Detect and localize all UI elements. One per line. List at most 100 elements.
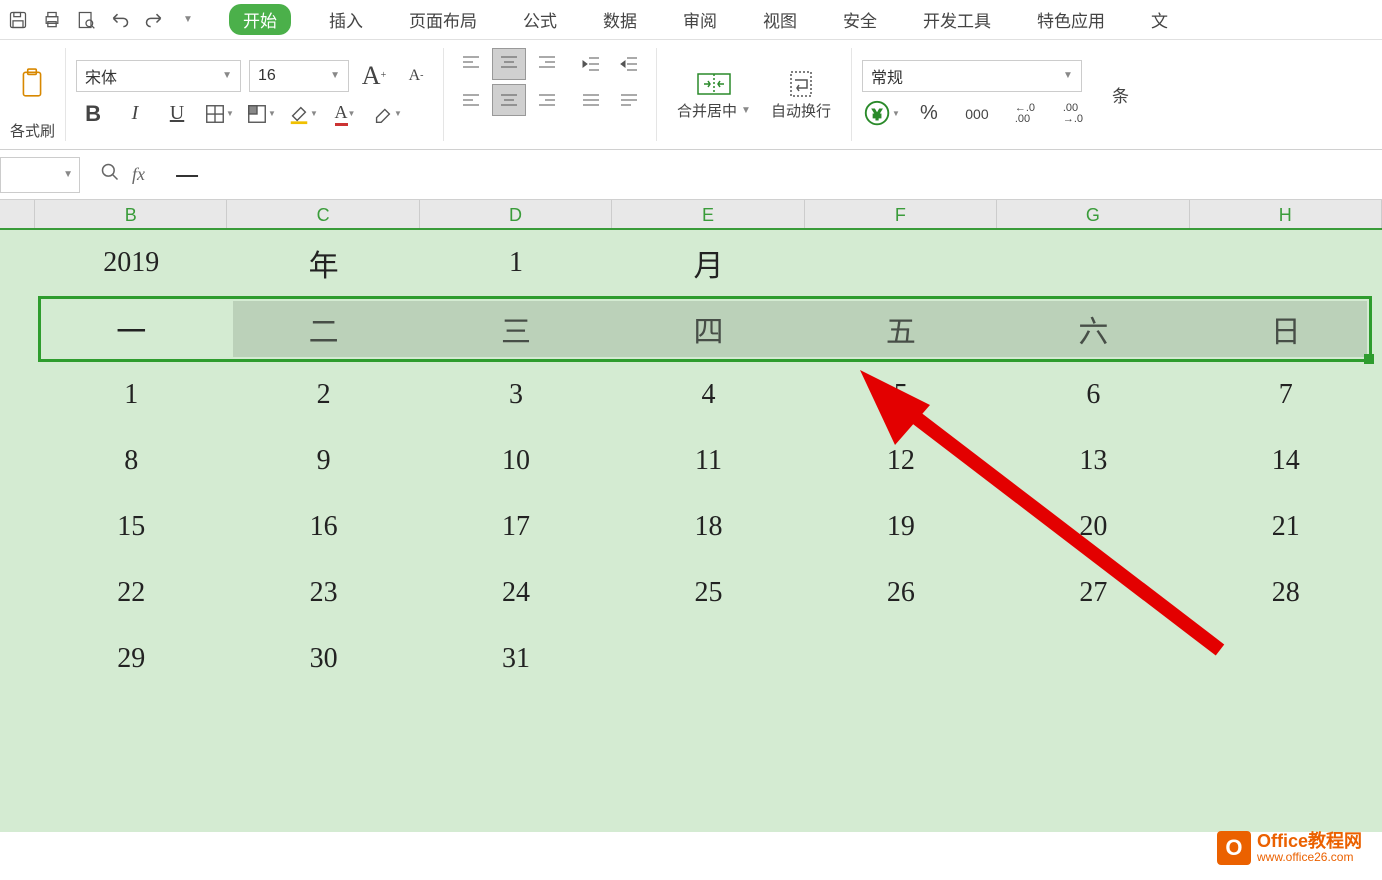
- distribute[interactable]: [612, 84, 646, 116]
- col-g[interactable]: G: [997, 200, 1189, 228]
- cell[interactable]: 月: [612, 230, 804, 296]
- tab-review[interactable]: 审阅: [675, 2, 725, 37]
- justify[interactable]: [574, 84, 608, 116]
- align-top-left[interactable]: [454, 48, 488, 80]
- cell[interactable]: 7: [1190, 362, 1382, 428]
- cell[interactable]: 27: [997, 560, 1189, 626]
- decrease-decimal[interactable]: ←.0.00: [1006, 98, 1044, 130]
- cell[interactable]: 21: [1190, 494, 1382, 560]
- save-icon[interactable]: [5, 7, 31, 33]
- undo-icon[interactable]: [107, 7, 133, 33]
- cell[interactable]: 16: [227, 494, 419, 560]
- fx-icon[interactable]: fx: [132, 164, 145, 185]
- align-left[interactable]: [454, 84, 488, 116]
- name-box[interactable]: ▼: [0, 157, 80, 193]
- cell[interactable]: 20: [997, 494, 1189, 560]
- font-size-select[interactable]: 16 ▼: [249, 60, 349, 92]
- zoom-icon[interactable]: [100, 162, 120, 187]
- auto-wrap-button[interactable]: 自动换行: [761, 48, 841, 141]
- cell[interactable]: 六: [997, 296, 1189, 362]
- indent-decrease[interactable]: [574, 48, 608, 80]
- cell[interactable]: 24: [420, 560, 612, 626]
- indent-increase[interactable]: [612, 48, 646, 80]
- cell[interactable]: 18: [612, 494, 804, 560]
- cell[interactable]: [1190, 626, 1382, 692]
- redo-icon[interactable]: [141, 7, 167, 33]
- tab-data[interactable]: 数据: [595, 2, 645, 37]
- tab-view[interactable]: 视图: [755, 2, 805, 37]
- cell[interactable]: 5: [805, 362, 997, 428]
- align-top-right[interactable]: [530, 48, 564, 80]
- cell[interactable]: 10: [420, 428, 612, 494]
- cell[interactable]: [997, 626, 1189, 692]
- cell[interactable]: 8: [35, 428, 227, 494]
- col-d[interactable]: D: [420, 200, 612, 228]
- cond-format-label[interactable]: 条: [1102, 82, 1139, 107]
- percent-button[interactable]: %: [910, 98, 948, 130]
- align-center[interactable]: [492, 84, 526, 116]
- increase-font-icon[interactable]: A+: [357, 60, 391, 92]
- fill-color-button[interactable]: ▼: [286, 98, 320, 130]
- align-top-center[interactable]: [492, 48, 526, 80]
- spreadsheet-grid[interactable]: 2019 年 1 月 一 二 三 四 五 六 日 1 2 3 4 5 6 7 8…: [0, 230, 1382, 832]
- cell[interactable]: 17: [420, 494, 612, 560]
- select-all-corner[interactable]: [0, 200, 35, 228]
- cell[interactable]: 26: [805, 560, 997, 626]
- cell[interactable]: 3: [420, 362, 612, 428]
- bold-button[interactable]: B: [76, 98, 110, 130]
- cell[interactable]: 9: [227, 428, 419, 494]
- col-e[interactable]: E: [612, 200, 804, 228]
- cell[interactable]: 23: [227, 560, 419, 626]
- underline-button[interactable]: U: [160, 98, 194, 130]
- tab-insert[interactable]: 插入: [321, 2, 371, 37]
- tab-page-layout[interactable]: 页面布局: [401, 2, 485, 37]
- cell[interactable]: 28: [1190, 560, 1382, 626]
- tab-featured[interactable]: 特色应用: [1029, 2, 1113, 37]
- cell[interactable]: 19: [805, 494, 997, 560]
- cell[interactable]: [612, 626, 804, 692]
- cell[interactable]: 15: [35, 494, 227, 560]
- currency-button[interactable]: ¥▼: [862, 98, 900, 130]
- cell[interactable]: 13: [997, 428, 1189, 494]
- cell[interactable]: 31: [420, 626, 612, 692]
- cell[interactable]: 30: [227, 626, 419, 692]
- tab-start[interactable]: 开始: [229, 4, 291, 35]
- cell[interactable]: 五: [805, 296, 997, 362]
- col-c[interactable]: C: [227, 200, 419, 228]
- cell[interactable]: [805, 230, 997, 296]
- border-button[interactable]: ▼: [202, 98, 236, 130]
- dropdown-icon[interactable]: ▼: [175, 7, 201, 33]
- cell[interactable]: 29: [35, 626, 227, 692]
- cell[interactable]: 1: [420, 230, 612, 296]
- cell[interactable]: 14: [1190, 428, 1382, 494]
- cell[interactable]: 四: [612, 296, 804, 362]
- cell[interactable]: [1190, 230, 1382, 296]
- tab-more[interactable]: 文: [1143, 2, 1176, 37]
- cell[interactable]: 6: [997, 362, 1189, 428]
- font-color-button[interactable]: A▼: [328, 98, 362, 130]
- align-right[interactable]: [530, 84, 564, 116]
- cell[interactable]: 11: [612, 428, 804, 494]
- col-b[interactable]: B: [35, 200, 227, 228]
- col-f[interactable]: F: [805, 200, 997, 228]
- print-icon[interactable]: [39, 7, 65, 33]
- tab-formula[interactable]: 公式: [515, 2, 565, 37]
- paste-button[interactable]: [10, 48, 54, 118]
- cell-style-button[interactable]: ▼: [244, 98, 278, 130]
- cell[interactable]: [997, 230, 1189, 296]
- cell[interactable]: 12: [805, 428, 997, 494]
- cell[interactable]: 三: [420, 296, 612, 362]
- cell[interactable]: 2019: [35, 230, 227, 296]
- number-format-select[interactable]: 常规 ▼: [862, 60, 1082, 92]
- preview-icon[interactable]: [73, 7, 99, 33]
- cell[interactable]: 二: [227, 296, 419, 362]
- cell[interactable]: 一: [35, 296, 227, 362]
- cell[interactable]: 日: [1190, 296, 1382, 362]
- formula-input[interactable]: 一: [165, 157, 1382, 193]
- cell[interactable]: 4: [612, 362, 804, 428]
- cell[interactable]: 1: [35, 362, 227, 428]
- col-h[interactable]: H: [1190, 200, 1382, 228]
- merge-center-button[interactable]: 合并居中▼: [667, 48, 761, 141]
- cell[interactable]: [805, 626, 997, 692]
- italic-button[interactable]: I: [118, 98, 152, 130]
